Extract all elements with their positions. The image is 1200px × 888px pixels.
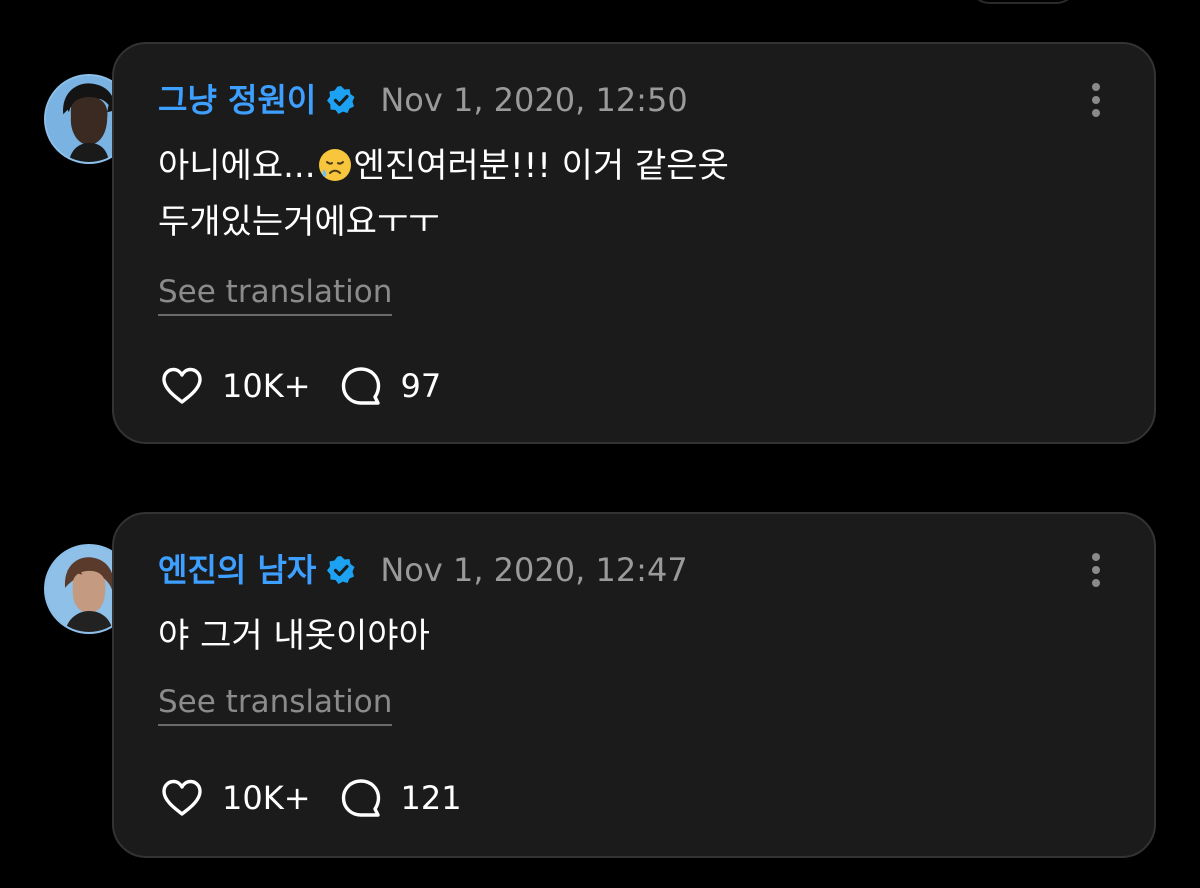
verified-badge-icon bbox=[326, 85, 356, 115]
more-options-icon[interactable] bbox=[1090, 82, 1102, 118]
heart-icon[interactable] bbox=[158, 362, 206, 410]
post-text-line: 야 그거 내옷이야아 bbox=[158, 616, 430, 656]
timestamp: Nov 1, 2020, 12:47 bbox=[380, 551, 688, 589]
like-count: 10K+ bbox=[222, 779, 311, 817]
post-card: 엔진의 남자 Nov 1, 2020, 12:47 야 그거 내옷이야아 See… bbox=[44, 512, 1156, 858]
comment-count: 97 bbox=[400, 367, 442, 405]
username-link[interactable]: 엔진의 남자 bbox=[158, 548, 316, 592]
comment-count: 121 bbox=[400, 779, 462, 817]
comment-bubble-icon[interactable] bbox=[337, 774, 385, 822]
username-link[interactable]: 그냥 정원이 bbox=[158, 78, 316, 122]
post-text-line: 아니에요... 엔진여러분!!! 이거 같은옷 bbox=[158, 138, 1078, 194]
post-text: 야 그거 내옷이야아 bbox=[158, 608, 1078, 664]
previous-post-card-edge bbox=[968, 0, 1078, 4]
post-text-segment: 엔진여러분!!! 이거 같은옷 bbox=[353, 146, 729, 186]
post-content-card: 엔진의 남자 Nov 1, 2020, 12:47 야 그거 내옷이야아 See… bbox=[112, 512, 1156, 858]
see-translation-link[interactable]: See translation bbox=[158, 682, 393, 726]
comment-bubble-icon[interactable] bbox=[337, 362, 385, 410]
post-actions: 10K+ 121 bbox=[158, 774, 488, 822]
post-card: 그냥 정원이 Nov 1, 2020, 12:50 아니에요... 엔진여러분!… bbox=[44, 42, 1156, 444]
verified-badge-icon bbox=[326, 555, 356, 585]
post-actions: 10K+ 97 bbox=[158, 362, 467, 410]
post-text-segment: 아니에요... bbox=[158, 146, 316, 186]
post-text-line: 두개있는거에요ㅜㅜ bbox=[158, 202, 440, 242]
post-header: 엔진의 남자 Nov 1, 2020, 12:47 bbox=[158, 548, 688, 592]
see-translation-link[interactable]: See translation bbox=[158, 272, 393, 316]
heart-icon[interactable] bbox=[158, 774, 206, 822]
like-count: 10K+ bbox=[222, 367, 311, 405]
sad-but-relieved-face-icon bbox=[316, 145, 354, 183]
timestamp: Nov 1, 2020, 12:50 bbox=[380, 81, 688, 119]
post-content-card: 그냥 정원이 Nov 1, 2020, 12:50 아니에요... 엔진여러분!… bbox=[112, 42, 1156, 444]
post-text: 아니에요... 엔진여러분!!! 이거 같은옷 두개있는거에요ㅜㅜ bbox=[158, 138, 1078, 250]
post-header: 그냥 정원이 Nov 1, 2020, 12:50 bbox=[158, 78, 688, 122]
more-options-icon[interactable] bbox=[1090, 552, 1102, 588]
